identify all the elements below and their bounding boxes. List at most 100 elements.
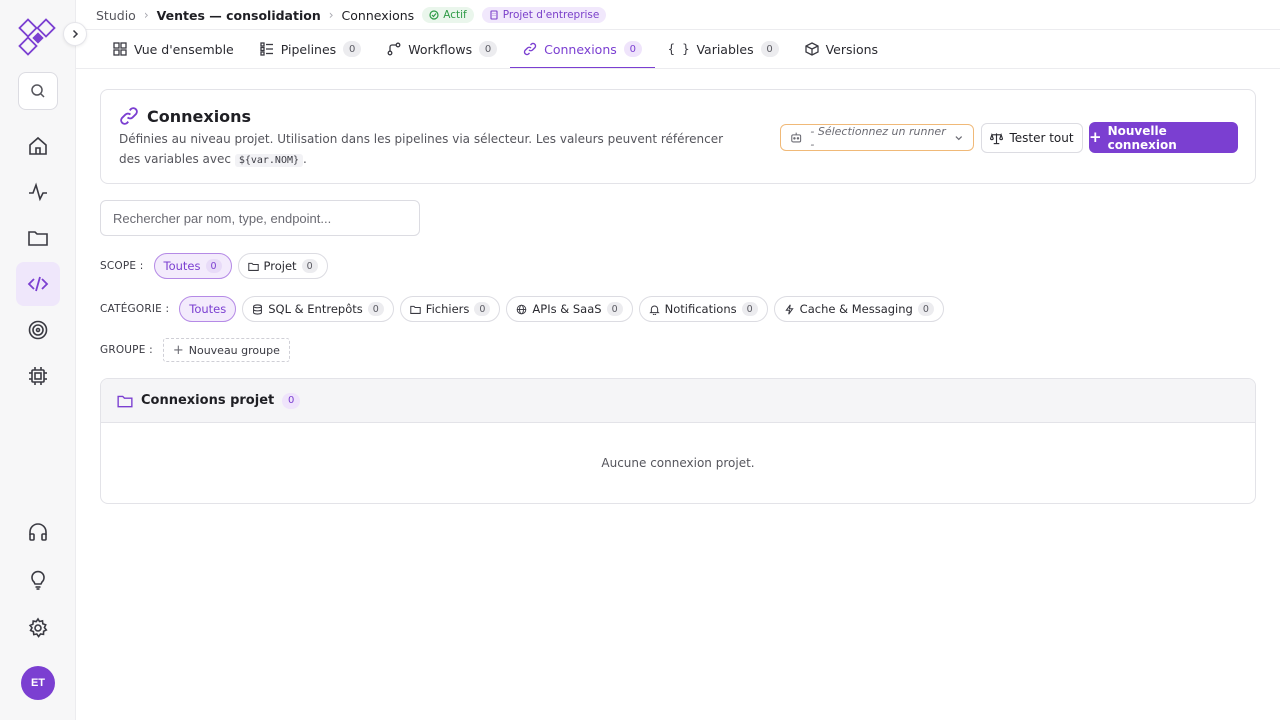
category-chip-files[interactable]: Fichiers 0 (399, 296, 501, 322)
connections-header-card: Connexions Définies au niveau projet. Ut… (100, 89, 1256, 184)
empty-state: Aucune connexion projet. (101, 423, 1255, 503)
tab-count: 0 (479, 41, 498, 57)
tab-label: Connexions (544, 41, 617, 57)
global-search-button[interactable] (18, 72, 58, 110)
connection-search-input[interactable] (100, 200, 420, 236)
runner-select[interactable]: - Sélectionnez un runner - (780, 124, 974, 151)
test-all-label: Tester tout (1009, 131, 1074, 145)
tab-label: Workflows (408, 41, 473, 57)
nav-activity[interactable] (16, 170, 60, 214)
chip-label: Fichiers (425, 302, 470, 316)
description-text: Définies au niveau projet. Utilisation d… (119, 132, 724, 166)
search-icon (31, 84, 45, 98)
link-icon (523, 42, 537, 56)
test-all-button[interactable]: Tester tout (981, 123, 1083, 153)
chip-count: 0 (917, 302, 934, 316)
breadcrumb-current: Connexions (341, 7, 415, 23)
chevron-down-icon (955, 135, 963, 140)
scope-label: SCOPE : (100, 260, 144, 272)
headset-icon (29, 523, 47, 541)
chip-count: 0 (367, 302, 384, 316)
page-title-text: Connexions (147, 106, 252, 126)
scope-chip-all[interactable]: Toutes 0 (153, 253, 232, 279)
chip-label: Notifications (664, 302, 737, 316)
new-group-button[interactable]: + Nouveau groupe (162, 338, 290, 362)
tab-label: Vue d'ensemble (134, 41, 234, 57)
chip-count: 0 (606, 302, 623, 316)
breadcrumb-project[interactable]: Ventes — consolidation (157, 8, 321, 23)
new-connection-button[interactable]: + Nouvelle connexion (1089, 122, 1238, 153)
variable-syntax-code: ${var.NOM} (234, 154, 304, 167)
nav-ideas[interactable] (16, 558, 60, 602)
group-label: GROUPE : (100, 344, 153, 356)
scope-filter: SCOPE : Toutes 0 Projet 0 (100, 253, 328, 279)
activity-icon (29, 182, 47, 202)
description-suffix: . (303, 152, 307, 166)
page-description: Définies au niveau projet. Utilisation d… (119, 129, 739, 171)
folder-icon (247, 262, 259, 271)
nav-runners[interactable] (16, 354, 60, 398)
nav-home[interactable] (16, 124, 60, 168)
group-count: 0 (282, 392, 301, 409)
tab-count: 0 (760, 41, 779, 57)
empty-state-text: Aucune connexion projet. (601, 456, 755, 470)
nav-support[interactable] (16, 510, 60, 554)
building-icon (490, 10, 498, 20)
chip-count: 0 (474, 302, 491, 316)
divider (76, 68, 1280, 69)
new-connection-label: Nouvelle connexion (1107, 123, 1177, 152)
lightbulb-icon (31, 570, 45, 590)
chip-label: SQL & Entrepôts (268, 302, 363, 316)
project-connections-group: Connexions projet 0 Aucune connexion pro… (100, 378, 1256, 504)
nav-settings[interactable] (16, 606, 60, 650)
category-chip-all[interactable]: Toutes (179, 296, 237, 322)
workflow-icon (387, 42, 401, 56)
page-title: Connexions (119, 106, 251, 126)
tab-workflows[interactable]: Workflows 0 (374, 30, 510, 68)
project-type-badge: Projet d'entreprise (481, 7, 607, 23)
sidebar-collapse-button[interactable] (63, 22, 87, 46)
chip-label: Toutes (189, 302, 227, 316)
tab-variables[interactable]: { } Variables 0 (655, 30, 792, 68)
tab-connections[interactable]: Connexions 0 (510, 30, 655, 69)
group-title: Connexions projet (141, 393, 275, 408)
database-icon (253, 303, 263, 315)
category-chip-notifications[interactable]: Notifications 0 (638, 296, 768, 322)
tab-overview[interactable]: Vue d'ensemble (100, 30, 247, 68)
grid-icon (113, 42, 127, 56)
user-avatar[interactable]: ET (21, 666, 55, 700)
nav-projects[interactable] (16, 216, 60, 260)
braces-icon: { } (667, 42, 690, 56)
runner-select-placeholder: - Sélectionnez un runner - (810, 124, 946, 151)
scale-icon (990, 132, 1004, 144)
category-chip-sql[interactable]: SQL & Entrepôts 0 (242, 296, 394, 322)
status-badge-label: Actif (443, 9, 467, 21)
category-chip-cache[interactable]: Cache & Messaging 0 (773, 296, 944, 322)
robot-icon (791, 132, 802, 143)
breadcrumb-studio[interactable]: Studio (96, 8, 136, 23)
group-header[interactable]: Connexions projet 0 (101, 379, 1255, 423)
globe-icon (517, 304, 527, 314)
sidebar: ET (0, 0, 76, 720)
bell-icon (648, 305, 660, 315)
chip-label: Cache & Messaging (799, 302, 913, 316)
chip-label: Projet (263, 259, 297, 273)
category-chip-apis[interactable]: APIs & SaaS 0 (506, 296, 633, 322)
nav-targets[interactable] (16, 308, 60, 352)
tab-bar: Vue d'ensemble Pipelines 0 Workflows 0 C… (100, 30, 891, 69)
chip-label: APIs & SaaS (532, 302, 602, 316)
gear-icon (28, 617, 48, 638)
folder-icon (410, 305, 421, 314)
category-filter: CATÉGORIE : Toutes SQL & Entrepôts 0 Fic… (100, 296, 944, 322)
new-group-label: Nouveau groupe (188, 343, 280, 357)
chip-label: Toutes (163, 259, 201, 273)
scope-chip-project[interactable]: Projet 0 (237, 253, 328, 279)
code-icon (27, 276, 49, 292)
app-logo[interactable] (16, 16, 60, 60)
tab-label: Variables (696, 41, 754, 57)
tab-pipelines[interactable]: Pipelines 0 (247, 30, 374, 68)
tab-label: Pipelines (280, 41, 337, 57)
tab-versions[interactable]: Versions (792, 30, 891, 68)
nav-code[interactable] (16, 262, 60, 306)
chevron-right-icon: › (143, 8, 149, 22)
